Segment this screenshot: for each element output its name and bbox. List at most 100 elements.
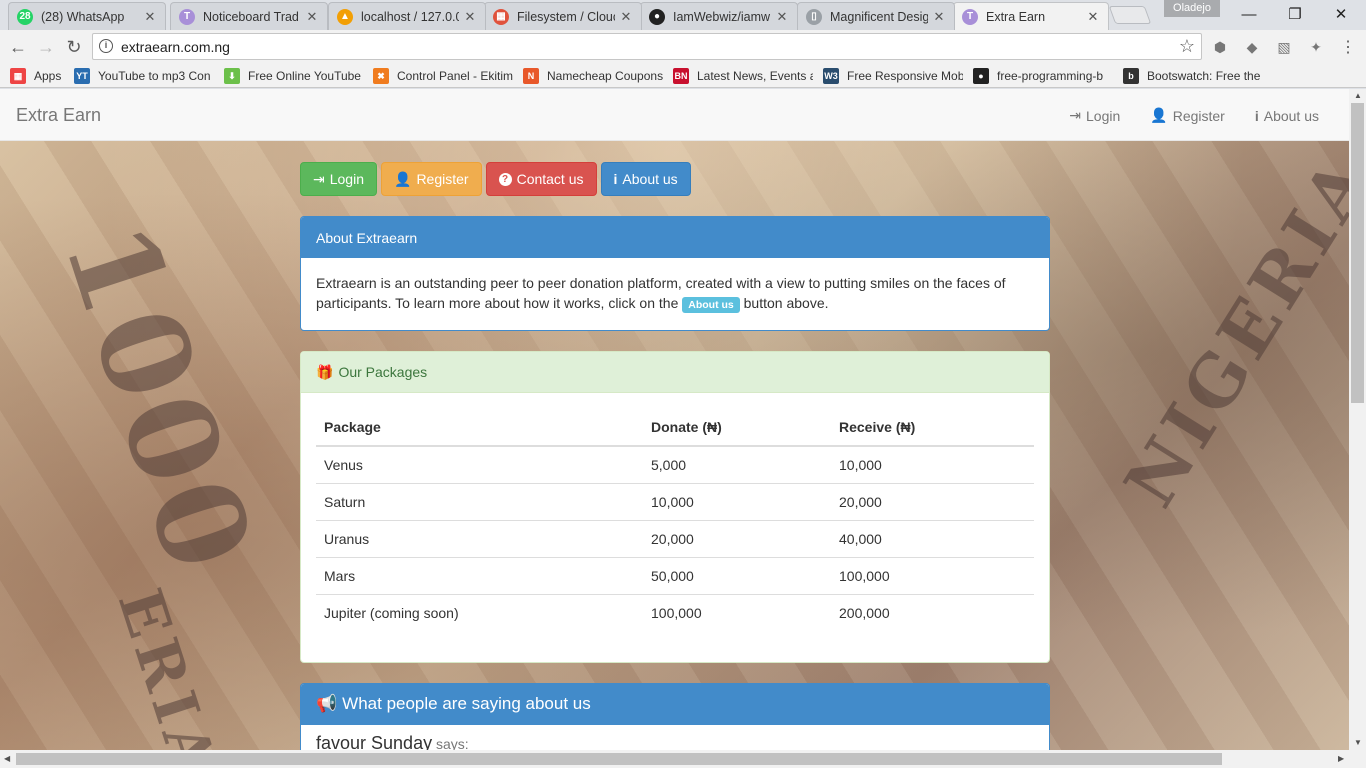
bookmark-item[interactable]: ✖ Control Panel - Ekitim xyxy=(373,67,513,85)
tab-title: Noticeboard Trad xyxy=(203,9,299,24)
browser-tab[interactable]: T Extra Earn ✕ xyxy=(953,2,1109,30)
table-cell: Jupiter (coming soon) xyxy=(316,594,643,632)
site-info-icon[interactable]: i xyxy=(99,39,113,53)
horizontal-scroll-thumb[interactable] xyxy=(16,753,1222,765)
site-brand[interactable]: Extra Earn xyxy=(16,105,101,126)
bookmark-item[interactable]: ● free-programming-b xyxy=(973,67,1113,85)
close-tab-icon[interactable]: ✕ xyxy=(619,9,633,25)
scroll-up-icon[interactable]: ▲ xyxy=(1354,91,1362,100)
tab-title: (28) WhatsApp xyxy=(41,9,125,24)
close-tab-icon[interactable]: ✕ xyxy=(143,9,157,25)
new-tab-button[interactable] xyxy=(1108,6,1152,24)
table-row: Mars 50,000 100,000 xyxy=(316,557,1034,595)
github-icon: ● xyxy=(649,8,665,25)
packages-panel-heading: 🎁 Our Packages xyxy=(301,352,1049,393)
close-tab-icon[interactable]: ✕ xyxy=(1086,9,1100,25)
about-panel: About Extraearn Extraearn is an outstand… xyxy=(300,216,1050,331)
vertical-scrollbar[interactable]: ▲ ▼ xyxy=(1349,89,1366,750)
tab-title: localhost / 127.0.0 xyxy=(361,9,459,24)
testimonial-says: says: xyxy=(435,735,469,751)
extension-pdf-icon[interactable]: ▧ xyxy=(1275,38,1293,56)
sign-in-icon: ⇥ xyxy=(313,170,325,187)
address-bar[interactable]: i extraearn.com.ng ☆ xyxy=(92,33,1202,60)
browser-tab[interactable]: ▲ localhost / 127.0.0 ✕ xyxy=(328,2,486,30)
bookmark-star-icon[interactable]: ☆ xyxy=(1179,36,1195,57)
testimonials-heading-label: What people are saying about us xyxy=(342,694,591,713)
contact-button[interactable]: ? Contact us xyxy=(485,162,597,196)
bookmark-item[interactable]: ▦ Apps xyxy=(10,67,70,85)
table-cell: 20,000 xyxy=(643,520,831,558)
table-cell: 5,000 xyxy=(643,445,831,484)
maximize-icon[interactable]: ❐ xyxy=(1272,0,1318,28)
tab-title: IamWebwiz/iamw xyxy=(673,9,771,24)
table-cell: Mars xyxy=(316,557,643,595)
table-cell: 100,000 xyxy=(831,557,1034,595)
close-tab-icon[interactable]: ✕ xyxy=(932,9,946,25)
packages-panel-body: Package Donate (₦) Receive (₦) Venus 5,00… xyxy=(301,393,1049,662)
nav-about-link[interactable]: i About us xyxy=(1255,107,1319,124)
horizontal-scrollbar[interactable]: ◀ ▶ xyxy=(0,750,1366,768)
about-button[interactable]: i About us xyxy=(600,162,691,196)
table-cell: Uranus xyxy=(316,520,643,558)
user-icon: 👤 xyxy=(1150,107,1168,123)
tab-strip: T Extra Earn ✕ ▯ Magnificent Desig ✕ ● IamWebwi… xyxy=(0,0,1366,30)
close-tab-icon[interactable]: ✕ xyxy=(775,9,789,25)
scroll-left-icon[interactable]: ◀ xyxy=(4,754,10,763)
banknote-background: NIGERIA xyxy=(1108,140,1349,521)
nav-register-link[interactable]: 👤 Register xyxy=(1150,107,1225,124)
vertical-scroll-thumb[interactable] xyxy=(1351,103,1364,403)
browser-tab[interactable]: ● IamWebwiz/iamw ✕ xyxy=(640,2,798,30)
bookmark-item[interactable]: BN Latest News, Events a xyxy=(673,67,813,85)
login-button[interactable]: ⇥ Login xyxy=(300,162,377,196)
nav-login-link[interactable]: ⇥ Login xyxy=(1069,107,1120,124)
reload-icon[interactable]: ↻ xyxy=(61,34,87,60)
extension-dropbox-icon[interactable]: ✦ xyxy=(1307,38,1325,56)
login-button-label: Login xyxy=(329,171,364,187)
bookmark-label: Apps xyxy=(34,69,62,83)
testimonials-panel-heading: 📢 What people are saying about us xyxy=(301,683,1049,725)
register-button[interactable]: 👤 Register xyxy=(381,162,482,196)
menu-kebab-icon[interactable]: ⋮ xyxy=(1339,38,1357,56)
bookmark-item[interactable]: N Namecheap Coupons xyxy=(523,67,663,85)
close-tab-icon[interactable]: ✕ xyxy=(305,9,319,25)
bookmark-item[interactable]: b Bootswatch: Free the xyxy=(1123,67,1263,85)
minimize-icon[interactable]: — xyxy=(1226,0,1272,28)
about-text-after: button above. xyxy=(743,295,829,311)
profile-button[interactable]: Oladejo xyxy=(1164,0,1220,17)
bookmark-item[interactable]: W3 Free Responsive Mob xyxy=(823,67,963,85)
bookmark-item[interactable]: YT YouTube to mp3 Con xyxy=(74,67,214,85)
scroll-right-icon[interactable]: ▶ xyxy=(1338,754,1344,763)
namecheap-icon: N xyxy=(523,68,539,84)
extension-cube-icon[interactable]: ⬢ xyxy=(1211,38,1229,56)
bookmark-label: Control Panel - Ekitim xyxy=(397,69,513,83)
t-letter-icon: T xyxy=(179,8,195,25)
table-row: Venus 5,000 10,000 xyxy=(316,445,1034,484)
question-circle-icon: ? xyxy=(498,172,512,186)
browser-tab[interactable]: ▯ Magnificent Desig ✕ xyxy=(797,2,955,30)
t-letter-icon: T xyxy=(962,8,978,25)
browser-tab[interactable]: T Noticeboard Trad ✕ xyxy=(170,2,328,30)
url-text[interactable]: extraearn.com.ng xyxy=(121,39,230,55)
nav-about-label: About us xyxy=(1263,107,1319,124)
tab-title: Extra Earn xyxy=(986,9,1046,24)
bookmark-label: Free Online YouTube xyxy=(248,69,361,83)
extension-puzzle-icon[interactable]: ◆ xyxy=(1243,38,1261,56)
column-header: Package xyxy=(316,408,643,447)
browser-tab[interactable]: ▦ Filesystem / Clouc ✕ xyxy=(484,2,642,30)
close-window-icon[interactable]: ✕ xyxy=(1318,0,1364,28)
ytmp3-icon: YT xyxy=(74,68,90,84)
browser-tab[interactable]: 28 (28) WhatsApp ✕ xyxy=(8,2,166,30)
back-icon[interactable]: ← xyxy=(5,34,31,60)
table-row: Jupiter (coming soon) 100,000 200,000 xyxy=(316,594,1034,632)
nav-register-label: Register xyxy=(1172,107,1225,124)
scroll-down-icon[interactable]: ▼ xyxy=(1354,738,1362,747)
w3schools-icon: W3 xyxy=(823,68,839,84)
bookmark-label: Namecheap Coupons xyxy=(547,69,663,83)
bookmark-label: free-programming-b xyxy=(997,69,1104,83)
cloud9-icon: ▦ xyxy=(493,8,509,25)
bookmark-item[interactable]: ⬇ Free Online YouTube xyxy=(224,67,364,85)
table-cell: Saturn xyxy=(316,483,643,521)
banknote-background: ERIA xyxy=(103,580,231,750)
forward-icon[interactable]: → xyxy=(33,34,59,60)
close-tab-icon[interactable]: ✕ xyxy=(463,9,477,25)
